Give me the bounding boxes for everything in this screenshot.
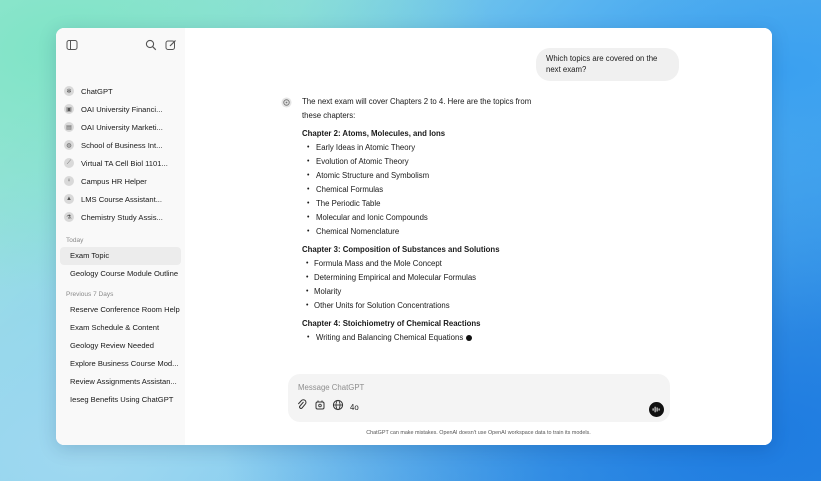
sidebar-item-label: Virtual TA Cell Biol 1101...: [81, 158, 168, 168]
sidebar-item-label: School of Business Int...: [81, 140, 163, 150]
sidebar-item-gpt[interactable]: ⚗ Chemistry Study Assis...: [56, 208, 185, 226]
sidebar-item-gpt[interactable]: ▲ LMS Course Assistant...: [56, 190, 185, 208]
gpt-avatar-icon: ▲: [64, 194, 74, 204]
topic-list: Writing and Balancing Chemical Equations: [302, 331, 541, 345]
history-item[interactable]: Review Assignments Assistan...: [60, 373, 181, 391]
chapter-heading: Chapter 4: Stoichiometry of Chemical Rea…: [302, 319, 481, 328]
history-item[interactable]: Explore Business Course Mod...: [60, 355, 181, 373]
section-label-today: Today: [66, 237, 84, 244]
topic-item: The Periodic Table: [302, 197, 541, 211]
sidebar-item-label: ChatGPT: [81, 86, 113, 96]
search-icon: [145, 39, 157, 51]
sidebar-item-gpt[interactable]: ♀ Campus HR Helper: [56, 172, 185, 190]
gpt-list: ✻ ChatGPT ▣ OAI University Financi... ▤ …: [56, 82, 185, 409]
chapter-heading: Chapter 2: Atoms, Molecules, and Ions: [302, 129, 446, 138]
topic-item: Determining Empirical and Molecular Form…: [302, 271, 541, 285]
history-item[interactable]: Geology Review Needed: [60, 337, 181, 355]
gpt-avatar-icon: ▣: [64, 104, 74, 114]
chatgpt-logo-icon: ✻: [64, 86, 74, 96]
tools-button[interactable]: [314, 398, 326, 416]
history-item[interactable]: Exam Schedule & Content: [60, 319, 181, 337]
topic-item: Writing and Balancing Chemical Equations: [302, 331, 541, 345]
chapter-heading: Chapter 3: Composition of Substances and…: [302, 245, 500, 254]
message-input[interactable]: [296, 379, 600, 395]
history-item[interactable]: Exam Topic: [60, 247, 181, 265]
app-window: ✻ ChatGPT ▣ OAI University Financi... ▤ …: [56, 28, 772, 445]
sidebar-item-gpt[interactable]: ⟋ Virtual TA Cell Biol 1101...: [56, 154, 185, 172]
gpt-avatar-icon: ⚗: [64, 212, 74, 222]
history-item[interactable]: Ieseg Benefits Using ChatGPT: [60, 391, 181, 409]
sidebar-item-label: LMS Course Assistant...: [81, 194, 163, 204]
voice-icon: [652, 406, 660, 413]
topic-item: Molarity: [302, 285, 541, 299]
user-message: Which topics are covered on the next exa…: [536, 48, 679, 81]
sidebar-item-label: OAI University Marketi...: [81, 122, 163, 132]
chat-main: Which topics are covered on the next exa…: [185, 28, 772, 445]
gpt-avatar-icon: ◍: [64, 140, 74, 150]
disclaimer-footnote: ChatGPT can make mistakes. OpenAI doesn'…: [185, 430, 772, 436]
topic-item: Chemical Nomenclature: [302, 225, 541, 239]
topic-item: Other Units for Solution Concentrations: [302, 299, 541, 313]
topic-item: Formula Mass and the Mole Concept: [302, 257, 541, 271]
sidebar-item-label: Campus HR Helper: [81, 176, 147, 186]
assistant-intro: The next exam will cover Chapters 2 to 4…: [302, 97, 532, 120]
chatgpt-logo-icon: [281, 97, 292, 108]
gpt-avatar-icon: ⟋: [64, 158, 74, 168]
sidebar-item-label: Chemistry Study Assis...: [81, 212, 163, 222]
globe-icon: [332, 399, 344, 411]
search-button[interactable]: [145, 38, 157, 56]
topic-list: Early Ideas in Atomic Theory Evolution o…: [302, 141, 541, 239]
streaming-cursor-icon: [466, 334, 473, 341]
topic-item: Evolution of Atomic Theory: [302, 155, 541, 169]
sidebar-item-gpt[interactable]: ▣ OAI University Financi...: [56, 100, 185, 118]
sidebar-toggle-icon: [66, 40, 78, 50]
sidebar-item-gpt[interactable]: ◍ School of Business Int...: [56, 136, 185, 154]
new-chat-button[interactable]: [165, 38, 177, 56]
message-composer: 4o: [288, 374, 670, 422]
voice-mode-button[interactable]: [649, 402, 664, 417]
topic-text: Writing and Balancing Chemical Equations: [316, 333, 464, 342]
topic-item: Early Ideas in Atomic Theory: [302, 141, 541, 155]
sidebar-item-label: OAI University Financi...: [81, 104, 163, 114]
tools-icon: [315, 400, 325, 410]
sidebar: ✻ ChatGPT ▣ OAI University Financi... ▤ …: [56, 28, 185, 445]
gpt-avatar-icon: ▤: [64, 122, 74, 132]
topic-list: Formula Mass and the Mole Concept Determ…: [302, 257, 541, 313]
assistant-message: The next exam will cover Chapters 2 to 4…: [281, 95, 541, 349]
topic-item: Atomic Structure and Symbolism: [302, 169, 541, 183]
disclaimer-text: ChatGPT can make mistakes. OpenAI doesn'…: [366, 430, 591, 436]
attach-button[interactable]: [296, 398, 308, 416]
attach-icon: [297, 399, 307, 409]
web-search-button[interactable]: [332, 398, 344, 416]
topic-item: Molecular and Ionic Compounds: [302, 211, 541, 225]
gpt-avatar-icon: ♀: [64, 176, 74, 186]
new-chat-icon: [165, 40, 176, 50]
sidebar-item-chatgpt[interactable]: ✻ ChatGPT: [56, 82, 185, 100]
sidebar-item-gpt[interactable]: ▤ OAI University Marketi...: [56, 118, 185, 136]
sidebar-toggle-button[interactable]: [66, 38, 78, 56]
history-item[interactable]: Reserve Conference Room Help: [60, 301, 181, 319]
model-selector[interactable]: 4o: [350, 403, 359, 412]
history-item[interactable]: Geology Course Module Outline: [60, 265, 181, 283]
topic-item: Chemical Formulas: [302, 183, 541, 197]
section-label-previous-7-days: Previous 7 Days: [66, 291, 114, 298]
